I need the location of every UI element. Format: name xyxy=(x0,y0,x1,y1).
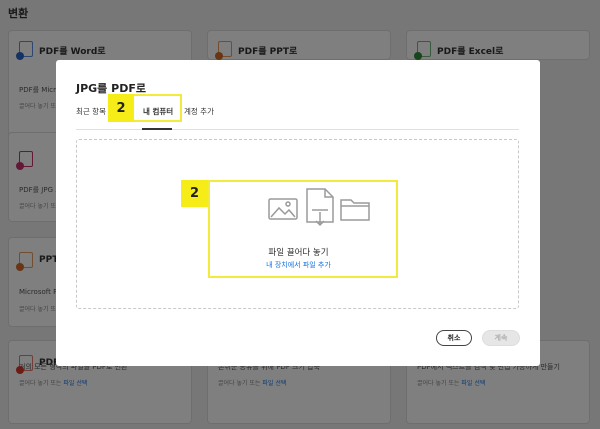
callout-number-badge: 2 xyxy=(108,94,134,122)
callout-highlight-dropzone xyxy=(208,180,398,278)
active-tab-indicator xyxy=(142,128,172,130)
continue-button[interactable]: 계속 xyxy=(482,330,520,346)
tab-add-account[interactable]: 계정 추가 xyxy=(184,106,214,117)
tab-recent[interactable]: 최근 항목 xyxy=(76,106,106,117)
cancel-button[interactable]: 취소 xyxy=(436,330,472,346)
callout-number-badge: 2 xyxy=(181,180,208,207)
